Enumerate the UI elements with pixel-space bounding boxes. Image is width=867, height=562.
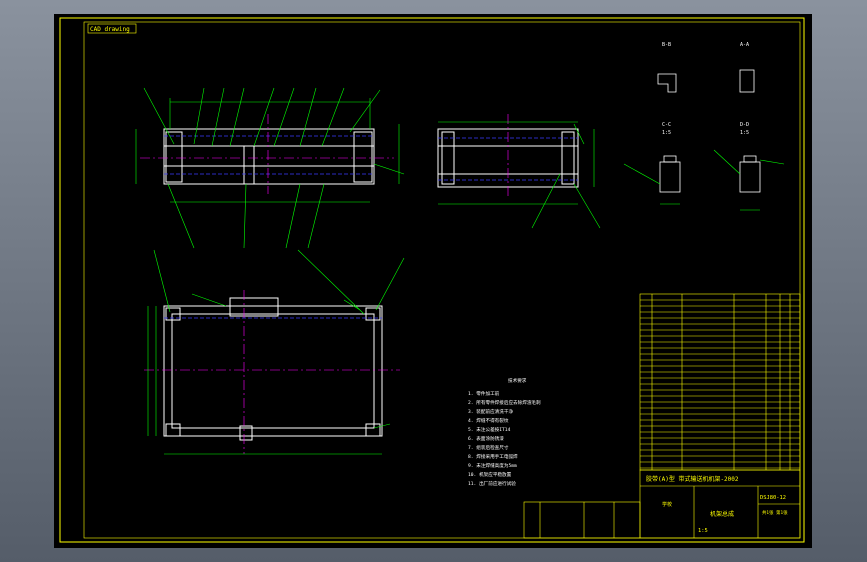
note-line: 7. 组装后检查尺寸 (468, 444, 509, 451)
note-line: 4. 焊缝不得有裂纹 (468, 417, 509, 424)
section-label: A-A (740, 42, 749, 48)
school-label: 学校 (662, 501, 672, 508)
section-label: C-C (662, 122, 671, 128)
front-view-hidden (164, 135, 374, 175)
notes-title: 技术要求 (508, 377, 527, 384)
drawing-number: DSJ80-12 (760, 495, 786, 501)
note-line: 3. 装配前应清洗干净 (468, 408, 513, 415)
section-labels: B-B A-A C-C D-D 1:5 1:5 (662, 42, 749, 136)
note-line: 6. 表面涂防锈漆 (468, 435, 504, 442)
cad-drawing-canvas[interactable]: CAD drawing B-B A-A C-C D-D 1:5 1:5 技术要求… (54, 14, 812, 548)
inner-frame (83, 21, 801, 539)
note-line: 1. 零件加工前 (468, 390, 500, 397)
main-title: 胶带(A)型 带式输送机机架-2002 (646, 475, 739, 483)
note-line: 5. 未注公差按IT14 (468, 426, 511, 433)
note-line: 10. 机架应平稳放置 (468, 471, 512, 478)
scale-label: 1:5 (740, 130, 749, 136)
sheet-info: 共1张 第1张 (762, 509, 788, 516)
note-line: 9. 未注焊缝高度为5mm (468, 462, 517, 469)
outer-frame (59, 17, 805, 543)
note-line: 11. 出厂前应进行试验 (468, 480, 516, 487)
part-name: 机架总成 (710, 510, 734, 518)
front-view-dims (135, 87, 405, 249)
parts-list (639, 293, 801, 471)
note-line: 8. 焊接采用手工电弧焊 (468, 453, 518, 460)
section-label: D-D (740, 122, 749, 128)
scale-value: 1:5 (698, 528, 708, 534)
plan-view-dims (147, 249, 405, 455)
stamp-text: CAD drawing (90, 26, 130, 33)
note-line: 2. 所有零件焊接后应去除焊渣毛刺 (468, 399, 541, 406)
scale-label: 1:5 (662, 130, 671, 136)
plan-view (163, 297, 383, 441)
plan-view-center (144, 290, 400, 454)
section-label: B-B (662, 42, 671, 48)
technical-notes: 技术要求 1. 零件加工前 2. 所有零件焊接后应去除焊渣毛刺 3. 装配前应清… (468, 377, 541, 487)
drawing-svg: CAD drawing B-B A-A C-C D-D 1:5 1:5 技术要求… (59, 17, 805, 543)
